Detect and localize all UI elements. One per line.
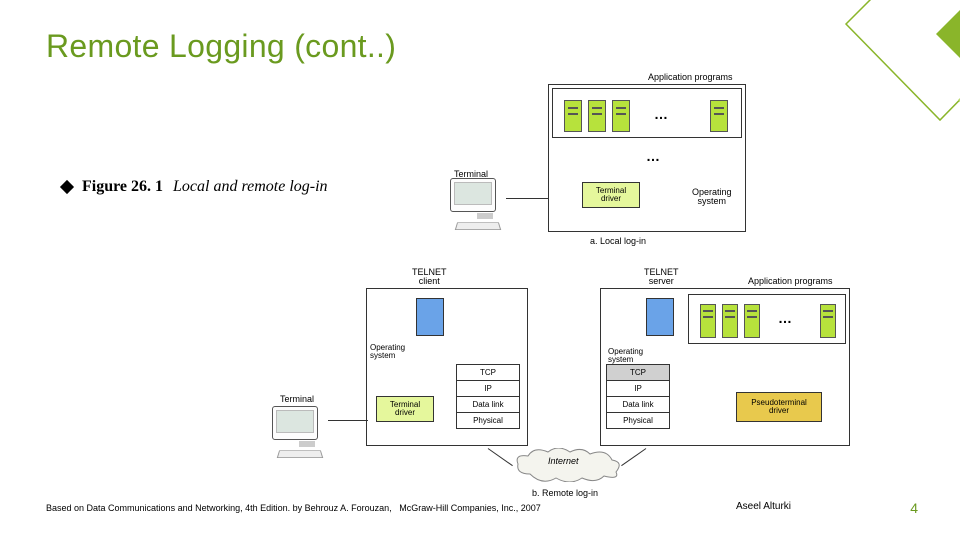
bullet-icon — [60, 180, 74, 194]
slide-title: Remote Logging (cont..) — [46, 28, 396, 65]
slide-ornament — [780, 0, 960, 180]
fb-internet-label: Internet — [548, 456, 579, 466]
stack-layer: Data link — [607, 397, 669, 413]
figure-number: Figure 26. 1 — [82, 178, 163, 196]
terminal-icon — [450, 178, 520, 231]
fb-caption: b. Remote log-in — [532, 488, 598, 498]
fb-client-os-label: Operatingsystem — [370, 344, 405, 361]
stack-layer: Physical — [607, 413, 669, 428]
fb-server-os-label: Operatingsystem — [608, 348, 643, 365]
stack-layer: Physical — [457, 413, 519, 428]
fa-caption: a. Local log-in — [590, 236, 646, 246]
figure-b-remote-login: Terminal TELNETclient Operatingsystem Te… — [270, 270, 870, 500]
author-name: Aseel Alturki — [736, 501, 791, 512]
source-footnote: Based on Data Communications and Network… — [46, 503, 646, 514]
stack-layer: TCP — [457, 365, 519, 381]
stack-layer: IP — [607, 381, 669, 397]
figure-a-local-login: Application programs … … Terminaldriver … — [434, 74, 750, 258]
fa-app-programs-label: Application programs — [648, 72, 733, 82]
fb-process-box — [700, 304, 716, 338]
stack-layer: IP — [457, 381, 519, 397]
fb-telnet-server-box — [646, 298, 674, 336]
fb-app-programs-label: Application programs — [748, 276, 833, 286]
fb-telnet-client-box — [416, 298, 444, 336]
fa-process-box — [588, 100, 606, 132]
terminal-icon — [272, 406, 342, 459]
fb-telnet-server-label: TELNETserver — [644, 268, 679, 287]
fb-terminal-label: Terminal — [280, 394, 314, 404]
fa-process-box — [612, 100, 630, 132]
fa-os-label: Operatingsystem — [692, 188, 732, 207]
fb-process-box — [820, 304, 836, 338]
page-number: 4 — [910, 500, 918, 516]
fb-telnet-client-label: TELNETclient — [412, 268, 447, 287]
fb-process-box — [744, 304, 760, 338]
figure-caption-bullet: Figure 26. 1 Local and remote log-in — [62, 178, 328, 196]
ellipsis-icon: … — [778, 310, 792, 326]
stack-layer: TCP — [607, 365, 669, 381]
fa-terminal-driver: Terminaldriver — [582, 182, 640, 208]
fa-process-box — [710, 100, 728, 132]
fb-client-terminal-driver: Terminaldriver — [376, 396, 434, 422]
fb-server-protocol-stack: TCP IP Data link Physical — [606, 364, 670, 429]
figure-title: Local and remote log-in — [173, 178, 328, 196]
fb-pseudoterminal-driver: Pseudoterminaldriver — [736, 392, 822, 422]
ellipsis-icon: … — [646, 148, 660, 164]
fb-link-line — [328, 420, 368, 421]
ellipsis-icon: … — [654, 106, 668, 122]
fa-process-box — [564, 100, 582, 132]
fb-link-line — [488, 448, 513, 466]
fb-client-protocol-stack: TCP IP Data link Physical — [456, 364, 520, 429]
fb-process-box — [722, 304, 738, 338]
fb-link-line — [621, 448, 646, 466]
stack-layer: Data link — [457, 397, 519, 413]
fa-connection-line — [506, 198, 548, 199]
